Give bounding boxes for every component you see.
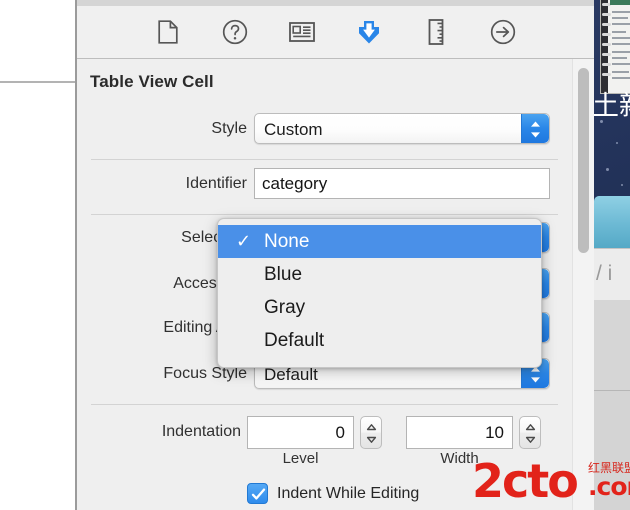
attributes-arrow-icon[interactable] <box>354 17 384 47</box>
menu-item-default-label: Default <box>264 330 325 351</box>
indentation-level-stepper[interactable] <box>360 416 382 449</box>
vertical-scrollbar[interactable] <box>578 68 589 253</box>
canvas-top-cell <box>0 9 76 83</box>
right-panel-fragment-upper <box>594 300 630 391</box>
popup-style-value: Custom <box>264 120 323 139</box>
desktop-text: 土新 <box>594 91 630 122</box>
ruler-icon[interactable] <box>421 17 451 47</box>
right-panel-fragment-lower <box>594 391 630 510</box>
label-style: Style <box>211 120 247 137</box>
desktop-background-strip: 土新 / i <box>594 0 630 510</box>
row-identifier: Identifier category <box>77 167 567 201</box>
label-indentation: Indentation <box>161 423 241 440</box>
section-title: Table View Cell <box>90 72 214 91</box>
indentation-width-value: 10 <box>485 423 504 442</box>
screenshot-root: 土新 / i <box>0 0 630 510</box>
indentation-level-value: 0 <box>335 423 345 442</box>
check-icon: ✓ <box>236 231 252 251</box>
indentation-width-stepper[interactable] <box>519 416 541 449</box>
window-titlebar-fragment <box>594 196 630 248</box>
notebook-thumbnail-icon <box>600 0 630 94</box>
separator-3 <box>91 404 558 405</box>
connections-arrow-icon[interactable] <box>488 17 518 47</box>
indentation-width-input[interactable]: 10 <box>406 416 513 449</box>
indent-while-editing-label: Indent While Editing <box>277 485 420 502</box>
menu-item-gray[interactable]: Gray <box>218 291 541 324</box>
separator-1 <box>91 159 558 160</box>
identity-card-icon[interactable] <box>287 17 317 47</box>
menu-item-gray-label: Gray <box>264 297 306 318</box>
identifier-value: category <box>262 174 328 193</box>
indentation-level-input[interactable]: 0 <box>247 416 354 449</box>
menu-item-blue[interactable]: Blue <box>218 258 541 291</box>
breadcrumb-text-fragment: / i <box>596 262 613 285</box>
file-icon[interactable] <box>153 17 183 47</box>
menu-item-blue-label: Blue <box>264 264 303 285</box>
menu-item-default[interactable]: Default <box>218 324 541 357</box>
selection-style-popup-menu[interactable]: ✓ None Blue Gray Default <box>217 218 542 368</box>
menu-item-none-label: None <box>264 231 310 252</box>
indent-while-editing-checkbox[interactable] <box>247 483 268 504</box>
row-style: Style Custom <box>77 112 567 146</box>
menu-item-none[interactable]: ✓ None <box>218 225 541 258</box>
identifier-input[interactable]: category <box>254 168 550 199</box>
editor-canvas[interactable] <box>0 0 76 510</box>
row-indentation: Indentation 0 10 <box>77 414 567 450</box>
indentation-width-sublabel: Width <box>440 450 479 467</box>
inspector-toolbar <box>77 6 594 59</box>
indentation-level-sublabel: Level <box>282 450 319 467</box>
row-indent-while-editing: Indent While Editing <box>77 483 567 509</box>
popup-style[interactable]: Custom <box>254 113 550 144</box>
help-icon[interactable] <box>220 17 250 47</box>
chevron-updown-icon[interactable] <box>521 114 549 143</box>
label-identifier: Identifier <box>185 175 247 192</box>
separator-2 <box>91 214 558 215</box>
